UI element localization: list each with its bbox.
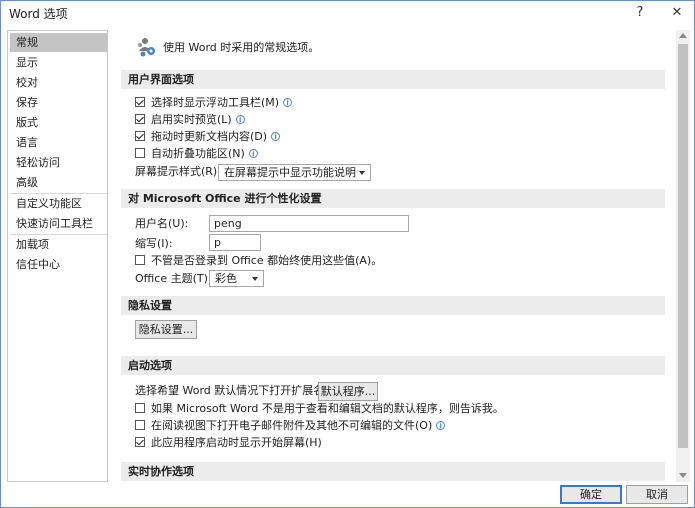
collapse-ribbon-label: 自动折叠功能区(N) [151, 147, 245, 160]
sidebar-item-accessibility[interactable]: 轻松访问 [10, 153, 107, 172]
update-while-dragging-label: 拖动时更新文档内容(D) [151, 130, 268, 143]
start-screen-option[interactable]: 此应用程序启动时显示开始屏幕(H) [135, 435, 322, 451]
info-icon: i [248, 149, 258, 158]
live-preview-label: 启用实时预览(L) [151, 113, 232, 126]
initials-input[interactable]: p [209, 234, 261, 251]
sidebar-item-language[interactable]: 语言 [10, 133, 107, 152]
chevron-down-icon [359, 171, 365, 175]
initials-label: 缩写(I): [135, 237, 173, 250]
reading-view-option[interactable]: 在阅读视图下打开电子邮件附件及其他不可编辑的文件(O) i [135, 418, 446, 434]
sidebar-item-quick-access-toolbar[interactable]: 快速访问工具栏 [10, 214, 107, 233]
scroll-down-icon[interactable] [679, 473, 687, 478]
live-preview-option[interactable]: 启用实时预览(L) i [135, 112, 245, 128]
scroll-thumb[interactable] [678, 44, 688, 448]
screentip-style-label: 屏幕提示样式(R): [135, 165, 221, 178]
screentip-style-select[interactable]: 在屏幕提示中显示功能说明 [218, 164, 371, 181]
info-icon: i [436, 421, 446, 430]
reading-view-label: 在阅读视图下打开电子邮件附件及其他不可编辑的文件(O) [151, 419, 433, 432]
sidebar-item-display[interactable]: 显示 [10, 53, 107, 72]
live-preview-checkbox[interactable] [135, 114, 145, 124]
section-coauthoring: 实时协作选项 [121, 462, 665, 481]
info-icon: i [271, 132, 281, 141]
office-theme-select[interactable]: 彩色 [209, 270, 264, 287]
mini-toolbar-option[interactable]: 选择时显示浮动工具栏(M) i [135, 95, 293, 111]
chevron-down-icon [252, 277, 258, 281]
privacy-settings-button[interactable]: 隐私设置... [135, 320, 197, 339]
start-screen-label: 此应用程序启动时显示开始屏幕(H) [151, 436, 322, 449]
dialog-title: Word 选项 [9, 7, 68, 21]
sidebar-item-save[interactable]: 保存 [10, 93, 107, 112]
default-program-prompt-option[interactable]: 如果 Microsoft Word 不是用于查看和编辑文档的默认程序，则告诉我。 [135, 401, 504, 417]
update-while-dragging-option[interactable]: 拖动时更新文档内容(D) i [135, 129, 281, 145]
options-content: 使用 Word 时采用的常规选项。 用户界面选项 选择时显示浮动工具栏(M) i … [119, 30, 692, 482]
username-label: 用户名(U): [135, 217, 189, 230]
section-privacy: 隐私设置 [121, 296, 665, 315]
ok-button[interactable]: 确定 [560, 485, 622, 504]
collapse-ribbon-option[interactable]: 自动折叠功能区(N) i [135, 146, 258, 162]
default-program-prompt-checkbox[interactable] [135, 403, 145, 413]
always-use-values-label: 不管是否登录到 Office 都始终使用这些值(A)。 [151, 254, 383, 267]
intro-text: 使用 Word 时采用的常规选项。 [163, 41, 320, 54]
update-while-dragging-checkbox[interactable] [135, 131, 145, 141]
sidebar-item-general[interactable]: 常规 [10, 33, 107, 52]
default-programs-label: 选择希望 Word 默认情况下打开扩展名: [135, 384, 328, 397]
info-icon: i [283, 98, 293, 107]
word-options-dialog: Word 选项 ? ✕ 常规 显示 校对 保存 版式 语言 轻松访问 高级 自定… [0, 0, 695, 508]
scroll-up-icon[interactable] [679, 33, 687, 38]
general-options-icon [138, 38, 155, 57]
default-programs-button[interactable]: 默认程序... [318, 382, 378, 401]
section-startup: 启动选项 [121, 356, 665, 375]
info-icon: i [235, 115, 245, 124]
title-bar: Word 选项 ? ✕ [1, 1, 694, 25]
office-theme-label: Office 主题(T): [135, 272, 212, 285]
office-theme-value: 彩色 [215, 272, 237, 285]
mini-toolbar-checkbox[interactable] [135, 97, 145, 107]
options-sidebar: 常规 显示 校对 保存 版式 语言 轻松访问 高级 自定义功能区 快速访问工具栏… [7, 30, 108, 482]
collapse-ribbon-checkbox[interactable] [135, 148, 145, 158]
mini-toolbar-label: 选择时显示浮动工具栏(M) [151, 96, 280, 109]
sidebar-item-trust-center[interactable]: 信任中心 [10, 255, 107, 274]
sidebar-item-typography[interactable]: 版式 [10, 113, 107, 132]
cancel-button[interactable]: 取消 [626, 485, 688, 504]
section-personalize: 对 Microsoft Office 进行个性化设置 [121, 189, 665, 208]
sidebar-item-advanced[interactable]: 高级 [10, 173, 107, 192]
always-use-values-checkbox[interactable] [135, 255, 145, 265]
sidebar-item-add-ins[interactable]: 加载项 [10, 235, 107, 254]
content-scrollbar[interactable] [676, 30, 690, 482]
close-icon[interactable]: ✕ [666, 3, 688, 23]
section-ui-options: 用户界面选项 [121, 70, 665, 89]
username-input[interactable]: peng [209, 215, 409, 232]
help-icon[interactable]: ? [629, 3, 651, 23]
sidebar-item-proofing[interactable]: 校对 [10, 73, 107, 92]
reading-view-checkbox[interactable] [135, 420, 145, 430]
default-program-prompt-label: 如果 Microsoft Word 不是用于查看和编辑文档的默认程序，则告诉我。 [151, 402, 504, 415]
always-use-values-option[interactable]: 不管是否登录到 Office 都始终使用这些值(A)。 [135, 253, 382, 269]
screentip-style-value: 在屏幕提示中显示功能说明 [224, 166, 356, 179]
sidebar-item-customize-ribbon[interactable]: 自定义功能区 [10, 194, 107, 213]
start-screen-checkbox[interactable] [135, 437, 145, 447]
